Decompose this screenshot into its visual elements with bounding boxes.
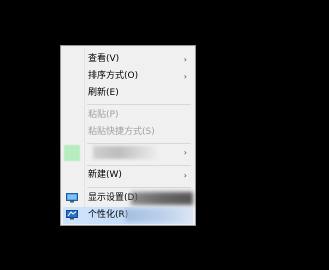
submenu-arrow-icon: › xyxy=(183,171,187,180)
menu-item-paste-shortcut: 粘贴快捷方式(S) xyxy=(63,124,193,141)
submenu-arrow-icon: › xyxy=(183,72,187,81)
menu-item-personalize-label: 个性化(R) xyxy=(88,210,129,220)
menu-item-view-label: 查看(V) xyxy=(88,54,120,64)
submenu-arrow-icon: › xyxy=(183,148,187,157)
menu-item-blurred-entry[interactable]: › xyxy=(63,144,193,161)
menu-item-sort-by-label: 排序方式(O) xyxy=(88,71,139,81)
menu-item-refresh[interactable]: 刷新(E) xyxy=(63,85,193,102)
menu-item-paste: 粘贴(P) xyxy=(63,107,193,124)
blurred-app-icon xyxy=(64,145,80,161)
menu-item-view[interactable]: 查看(V) › xyxy=(63,51,193,68)
menu-item-personalize[interactable]: 个性化(R) xyxy=(63,207,193,224)
desktop-background[interactable]: 查看(V) › 排序方式(O) › 刷新(E) 粘贴(P) 粘贴快捷方式(S) … xyxy=(0,0,329,270)
menu-item-new[interactable]: 新建(W) › xyxy=(63,167,193,184)
menu-item-new-label: 新建(W) xyxy=(88,170,122,180)
monitor-icon xyxy=(66,193,78,203)
personalize-monitor-icon xyxy=(66,210,78,220)
menu-item-display-settings[interactable]: 显示设置(D) xyxy=(63,190,193,207)
desktop-context-menu: 查看(V) › 排序方式(O) › 刷新(E) 粘贴(P) 粘贴快捷方式(S) … xyxy=(60,45,196,226)
menu-separator xyxy=(87,165,191,166)
submenu-arrow-icon: › xyxy=(183,55,187,64)
menu-separator xyxy=(87,104,191,105)
menu-item-refresh-label: 刷新(E) xyxy=(88,88,119,98)
blurred-overlay xyxy=(125,209,193,222)
menu-separator xyxy=(87,187,191,188)
blurred-overlay xyxy=(131,192,193,205)
menu-item-paste-shortcut-label: 粘贴快捷方式(S) xyxy=(88,127,155,137)
menu-item-paste-label: 粘贴(P) xyxy=(88,110,119,120)
menu-item-sort-by[interactable]: 排序方式(O) › xyxy=(63,68,193,85)
blurred-entry-label xyxy=(93,146,157,159)
